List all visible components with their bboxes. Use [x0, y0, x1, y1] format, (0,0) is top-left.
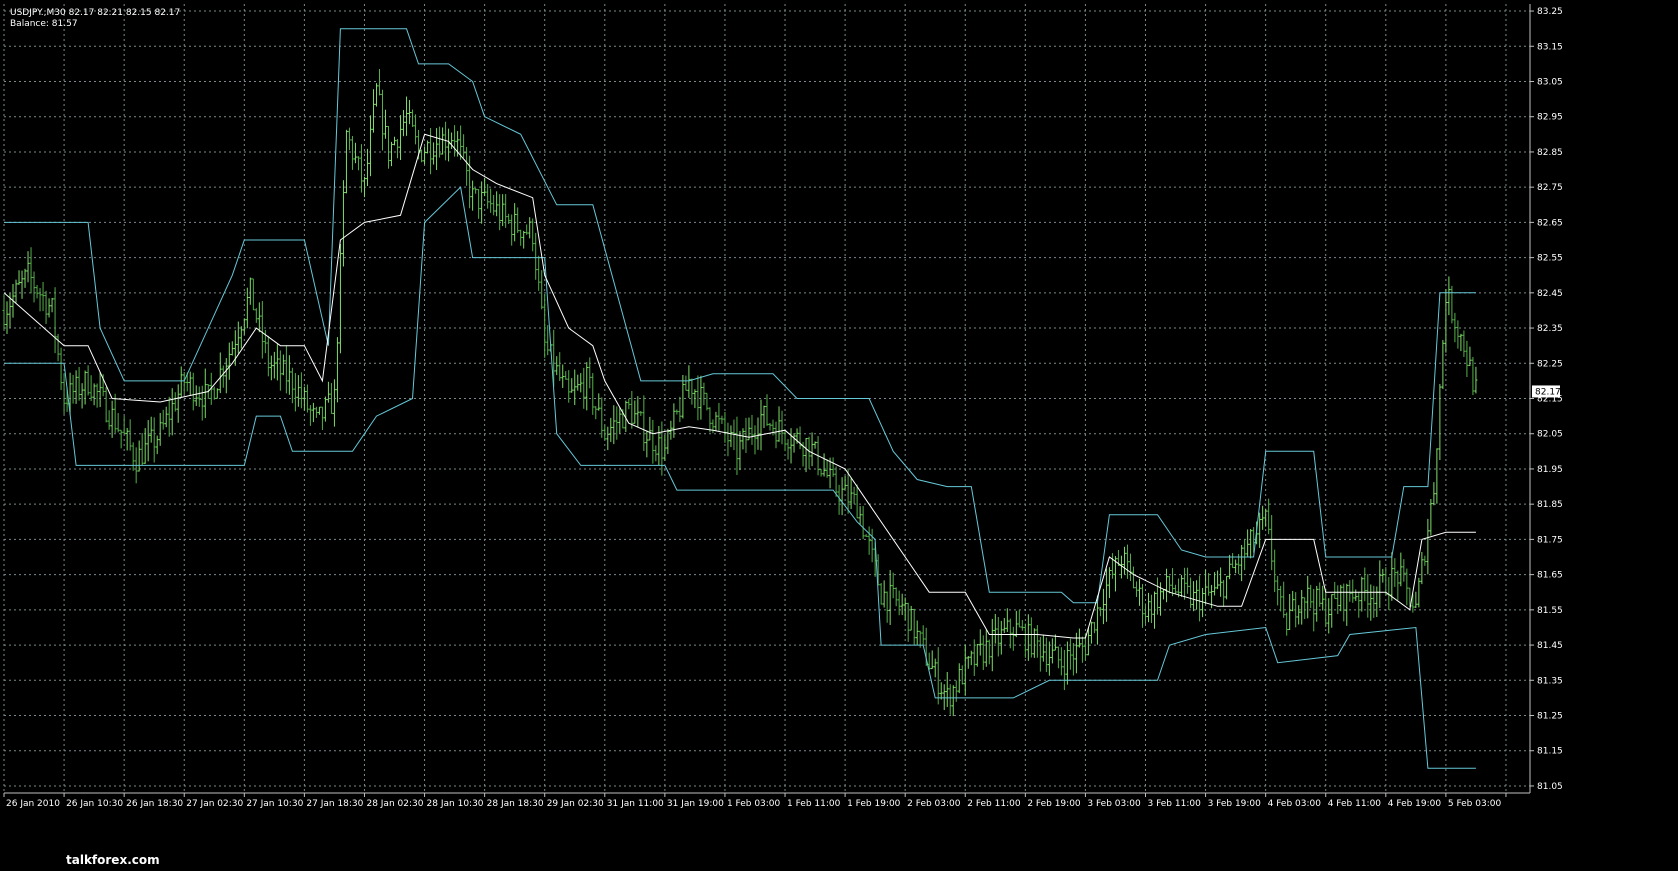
x-tick-label: 31 Jan 19:00 — [667, 799, 724, 809]
x-tick-label: 4 Feb 19:00 — [1388, 799, 1442, 809]
y-tick-label: 81.05 — [1537, 782, 1563, 792]
y-tick-label: 82.45 — [1537, 289, 1563, 299]
y-tick-label: 82.55 — [1537, 254, 1563, 264]
x-tick-label: 3 Feb 03:00 — [1087, 799, 1141, 809]
y-tick-label: 81.35 — [1537, 676, 1563, 686]
chart-header: USDJPY.,M30 82.17 82.21 82.15 82.17 Bala… — [10, 8, 180, 29]
x-tick-label: 27 Jan 02:30 — [186, 799, 243, 809]
series-lower-channel — [4, 186, 1476, 769]
x-tick-label: 2 Feb 03:00 — [907, 799, 961, 809]
y-tick-label: 82.95 — [1537, 113, 1563, 123]
x-tick-label: 5 Feb 03:00 — [1448, 799, 1502, 809]
x-tick-label: 3 Feb 11:00 — [1147, 799, 1201, 809]
y-tick-label: 83.25 — [1537, 7, 1563, 17]
chart-window: 81.05 81.15 81.25 81.35 81.45 81.55 81.65 81.75… — [0, 0, 1678, 871]
x-tick-label: 4 Feb 03:00 — [1268, 799, 1322, 809]
y-tick-label: 82.25 — [1537, 359, 1563, 369]
x-tick-label: 26 Jan 10:30 — [66, 799, 123, 809]
price-bars — [2, 69, 1478, 717]
x-tick-label: 28 Jan 02:30 — [366, 799, 423, 809]
x-tick-label: 1 Feb 03:00 — [727, 799, 781, 809]
x-tick-label: 28 Jan 10:30 — [427, 799, 484, 809]
y-tick-label: 81.95 — [1537, 465, 1563, 475]
y-tick-label: 82.05 — [1537, 430, 1563, 440]
series-middle-line — [3, 133, 1476, 639]
y-tick-label: 82.65 — [1537, 218, 1563, 228]
x-tick-label: 4 Feb 11:00 — [1328, 799, 1382, 809]
x-tick-label: 1 Feb 19:00 — [847, 799, 901, 809]
y-tick-label: 81.85 — [1537, 500, 1563, 510]
x-tick-label: 31 Jan 11:00 — [607, 799, 664, 809]
price-chart: 81.05 81.15 81.25 81.35 81.45 81.55 81.65 81.75… — [2, 4, 1563, 867]
y-tick-label: 81.75 — [1537, 535, 1563, 545]
x-tick-label: 28 Jan 18:30 — [487, 799, 544, 809]
y-tick-label: 83.05 — [1537, 77, 1563, 87]
x-tick-label: 26 Jan 18:30 — [126, 799, 183, 809]
y-tick-label: 82.75 — [1537, 183, 1563, 193]
x-tick-label: 26 Jan 2010 — [6, 799, 60, 809]
y-tick-label: 81.45 — [1537, 641, 1563, 651]
y-tick-label: 81.15 — [1537, 747, 1563, 757]
balance-line: Balance: 81.57 — [10, 19, 78, 29]
y-tick-label: 81.25 — [1537, 712, 1563, 722]
x-tick-label: 2 Feb 19:00 — [1027, 799, 1081, 809]
x-tick-label: 29 Jan 02:30 — [547, 799, 604, 809]
x-tick-label: 27 Jan 18:30 — [306, 799, 363, 809]
symbol-line: USDJPY.,M30 82.17 82.21 82.15 82.17 — [10, 8, 180, 18]
x-tick-label: 3 Feb 19:00 — [1208, 799, 1262, 809]
current-price-label: 82.17 — [1535, 387, 1561, 397]
x-tick-label: 1 Feb 11:00 — [787, 799, 841, 809]
y-tick-label: 81.65 — [1537, 571, 1563, 581]
x-tick-label: 2 Feb 11:00 — [967, 799, 1021, 809]
y-tick-label: 81.55 — [1537, 606, 1563, 616]
y-tick-label: 82.85 — [1537, 148, 1563, 158]
y-tick-label: 82.35 — [1537, 324, 1563, 334]
axes: 81.05 81.15 81.25 81.35 81.45 81.55 81.65 81.75… — [3, 4, 1563, 809]
x-tick-label: 27 Jan 10:30 — [246, 799, 303, 809]
series-upper-channel — [4, 28, 1476, 604]
y-tick-label: 83.15 — [1537, 42, 1563, 52]
watermark: talkforex.com — [66, 853, 160, 867]
